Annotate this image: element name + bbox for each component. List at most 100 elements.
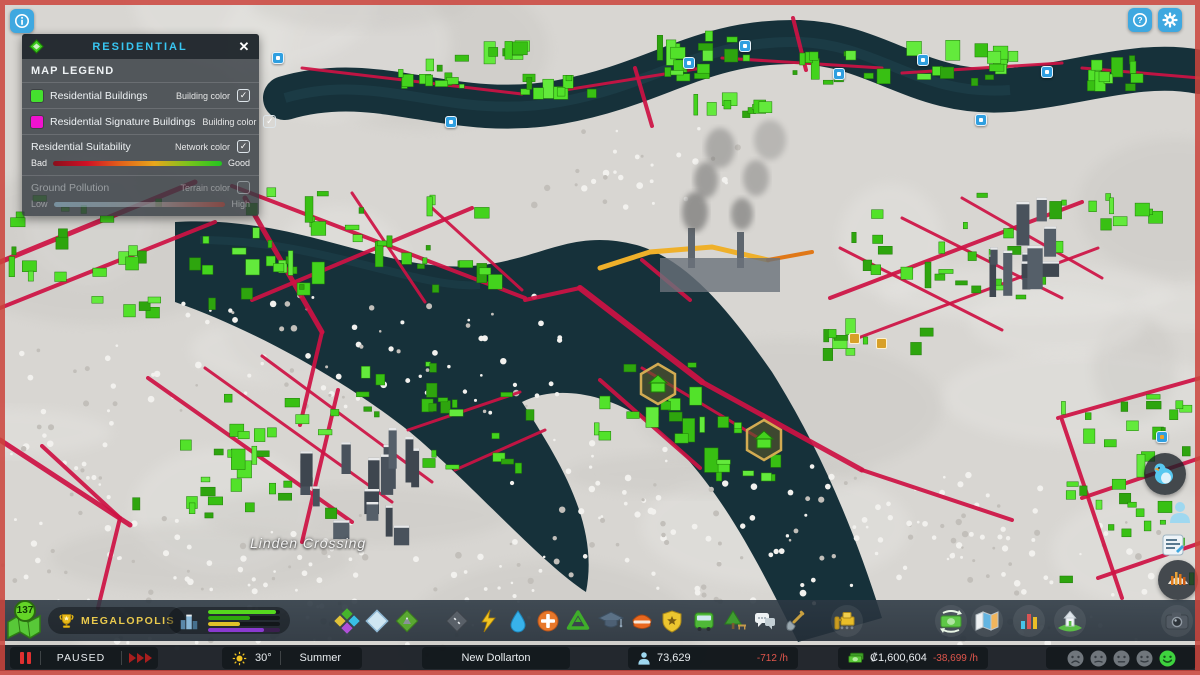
city-name-widget[interactable]: New Dollarton <box>422 647 570 669</box>
toolbar-icon-areas[interactable] <box>362 606 392 636</box>
sun-icon <box>232 651 247 665</box>
money-rate: -38,699 /h <box>932 652 978 664</box>
toolbar-icon-statistics[interactable] <box>1013 605 1045 637</box>
trophy-icon <box>59 614 74 628</box>
building-color-checkbox[interactable]: ✓ <box>237 89 250 102</box>
population-value: 73,629 <box>657 652 691 664</box>
money-value: ₡1,600,604 <box>870 652 927 664</box>
city-progress-icon <box>180 614 198 629</box>
journal-icon <box>1162 534 1184 556</box>
face-neutral-icon <box>1113 650 1129 666</box>
progress-pill[interactable] <box>168 600 290 641</box>
pause-button[interactable] <box>10 647 40 669</box>
toolbar-icon-health[interactable] <box>533 606 563 636</box>
citizen-icon <box>1170 502 1190 523</box>
pollution-gradient-bar <box>53 201 226 207</box>
svg-text:?: ? <box>1137 15 1142 25</box>
map-upgrade-icon[interactable] <box>1156 431 1168 443</box>
legend-row-signature-buildings: Residential Signature Buildings Building… <box>22 109 277 135</box>
toolbar-icon-photo-mode[interactable] <box>1161 605 1193 637</box>
close-icon[interactable]: ✕ <box>236 40 252 53</box>
milestone-level-badge[interactable]: 137 <box>6 599 44 641</box>
map-badge-residential-1[interactable] <box>638 362 678 406</box>
infoview-legend-panel: RESIDENTIAL ✕ MAP LEGEND Residential Bui… <box>22 34 277 216</box>
map-transit-icon[interactable] <box>445 116 457 128</box>
toolbar-icon-info-views[interactable] <box>971 605 1003 637</box>
radio-icon <box>1168 572 1188 585</box>
toolbar-icon-parks[interactable] <box>720 606 750 636</box>
radio-button[interactable] <box>1158 560 1198 600</box>
main-toolbar: 137 MEGALOPOLIS <box>0 599 1200 641</box>
toolbar-icon-landscaping[interactable] <box>780 606 810 636</box>
map-transit-icon[interactable] <box>739 40 751 52</box>
toolbar-icon-terrain[interactable] <box>392 606 422 636</box>
map-transit-icon[interactable] <box>975 114 987 126</box>
legend-title: RESIDENTIAL <box>92 40 188 53</box>
map-transit-icon[interactable] <box>683 57 695 69</box>
map-transit-icon[interactable] <box>1041 66 1053 78</box>
game-viewport: Linden Crossing ? RESIDENTIAL ✕ MAP LEGE… <box>0 0 1200 675</box>
help-button[interactable]: ? <box>1128 8 1152 32</box>
legend-header: RESIDENTIAL ✕ <box>22 34 259 59</box>
happiness-widget[interactable] <box>1046 647 1196 669</box>
milestone-name: MEGALOPOLIS <box>81 614 176 627</box>
toolbar-icon-transportation[interactable] <box>689 606 719 636</box>
face-happy-icon <box>1159 650 1175 666</box>
population-rate: -712 /h <box>756 652 788 664</box>
legend-row-ground-pollution: Ground Pollution Terrain color Low High <box>31 181 250 209</box>
city-name: New Dollarton <box>461 652 531 664</box>
simulation-speed-control: PAUSED <box>10 647 158 669</box>
population-icon <box>638 651 650 665</box>
legend-row-residential-buildings: Residential Buildings Building color ✓ <box>22 83 259 109</box>
map-transit-icon[interactable] <box>272 52 284 64</box>
season-label: Summer <box>299 652 342 664</box>
milestone-pill[interactable]: MEGALOPOLIS <box>48 600 186 641</box>
info-mode-button[interactable] <box>10 9 34 33</box>
residential-zone-icon <box>29 39 44 54</box>
building-color-checkbox[interactable]: ✓ <box>263 115 277 128</box>
toolbar-icon-water[interactable] <box>503 606 533 636</box>
map-badge-residential-2[interactable] <box>744 418 784 462</box>
happiness-faces <box>1067 650 1176 667</box>
toolbar-icon-police[interactable] <box>657 606 687 636</box>
status-bar: PAUSED 30° Summer New Dollarton 73,629 -… <box>0 645 1200 671</box>
residential-buildings-swatch <box>31 89 43 102</box>
legend-row-suitability: Residential Suitability Network color ✓ … <box>22 135 259 176</box>
toolbar-icon-garbage[interactable] <box>563 606 593 636</box>
temperature-value: 30° <box>255 652 272 664</box>
population-widget[interactable]: 73,629 -712 /h <box>628 647 798 669</box>
chirper-bird-icon <box>1154 463 1173 484</box>
district-label: Linden Crossing <box>250 535 367 551</box>
terrain-color-checkbox[interactable] <box>237 181 250 194</box>
map-transit-icon[interactable] <box>917 54 929 66</box>
city-level-value: 137 <box>14 599 36 622</box>
face-very-sad-icon <box>1067 650 1083 666</box>
simulation-state-label: PAUSED <box>56 652 106 664</box>
money-widget[interactable]: ₡1,600,604 -38,699 /h <box>838 647 988 669</box>
citizen-info-button[interactable] <box>1166 498 1194 526</box>
chirper-button[interactable] <box>1144 453 1186 495</box>
progress-bars <box>208 609 280 632</box>
toolbar-icon-zones[interactable] <box>332 606 362 636</box>
toolbar-icon-roads[interactable] <box>442 606 472 636</box>
toolbar-icon-fire[interactable] <box>627 606 657 636</box>
journal-button[interactable] <box>1158 530 1188 560</box>
money-icon <box>848 652 864 663</box>
toolbar-icon-progression[interactable] <box>1054 605 1086 637</box>
face-sad-icon <box>1090 650 1106 666</box>
toolbar-icon-economy[interactable] <box>935 605 967 637</box>
map-house-icon[interactable] <box>876 338 887 349</box>
map-transit-icon[interactable] <box>833 68 845 80</box>
toolbar-icon-education[interactable] <box>596 606 626 636</box>
speed-up-button[interactable] <box>122 653 158 663</box>
toolbar-icon-electricity[interactable] <box>473 606 503 636</box>
map-house-icon[interactable] <box>849 333 860 344</box>
signature-buildings-swatch <box>31 115 43 128</box>
toolbar-icon-communications[interactable] <box>750 606 780 636</box>
settings-button[interactable] <box>1158 8 1182 32</box>
weather-widget[interactable]: 30° Summer <box>222 647 362 669</box>
network-color-checkbox[interactable]: ✓ <box>237 140 250 153</box>
map-legend-heading: MAP LEGEND <box>22 59 259 83</box>
face-content-icon <box>1136 650 1152 666</box>
toolbar-icon-bulldozer[interactable] <box>831 605 863 637</box>
